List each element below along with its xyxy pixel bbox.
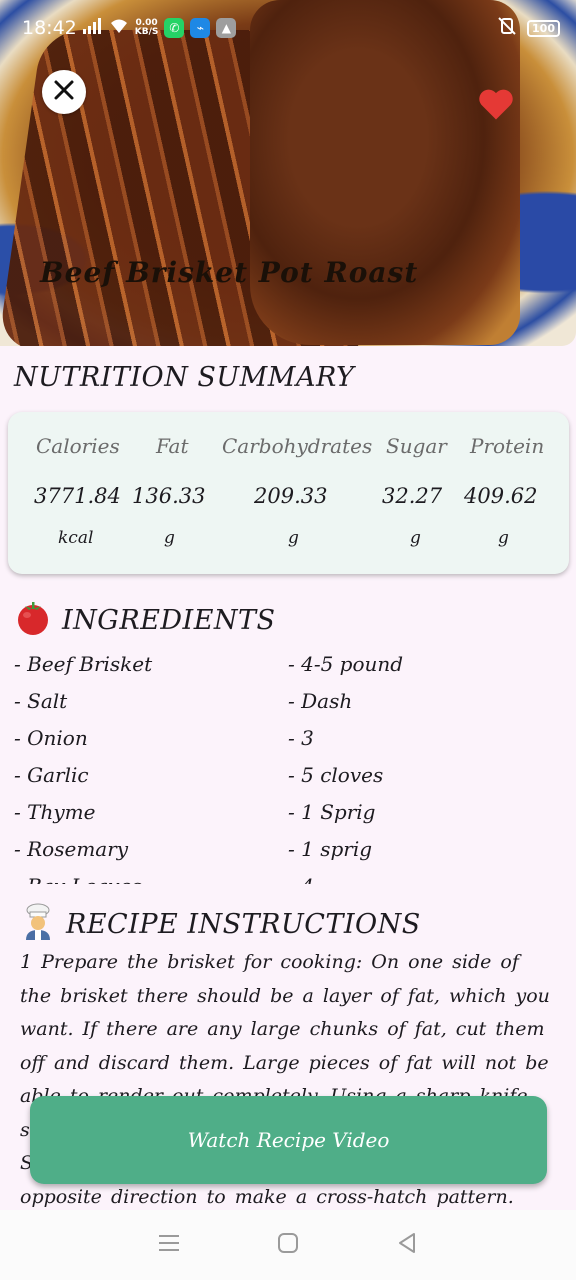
nutrition-value: 209.33: [254, 484, 328, 508]
favorite-button[interactable]: [476, 86, 516, 126]
nutrition-value: 409.62: [464, 484, 538, 508]
ingredient-row: - Bay Leaves - 4: [14, 874, 564, 884]
ingredient-row: - Beef Brisket - 4-5 pound: [14, 652, 564, 689]
nutrition-unit: g: [288, 528, 299, 548]
menu-icon: [158, 1234, 180, 1256]
nutrition-label: Carbohydrates: [222, 434, 373, 458]
ingredients-heading-text: INGREDIENTS: [62, 605, 276, 636]
ingredient-quantity: - 1 Sprig: [288, 800, 376, 824]
nutrition-heading: NUTRITION SUMMARY: [14, 362, 354, 393]
ingredients-heading: INGREDIENTS: [14, 598, 276, 643]
heart-icon: [477, 87, 515, 125]
ingredient-name: - Thyme: [14, 800, 96, 824]
nutrition-value: 32.27: [382, 484, 443, 508]
ingredient-quantity: - 4: [288, 874, 314, 884]
chef-icon: [20, 902, 56, 947]
net-speed: 0.00 KB/S: [135, 19, 159, 37]
close-button[interactable]: [42, 70, 86, 114]
ingredient-row: - Salt - Dash: [14, 689, 564, 726]
recents-button[interactable]: [149, 1225, 189, 1265]
ingredient-name: - Garlic: [14, 763, 89, 787]
ingredient-row: - Rosemary - 1 sprig: [14, 837, 564, 874]
vibrate-off-icon: [497, 17, 517, 39]
ingredient-quantity: - 3: [288, 726, 314, 750]
ingredient-name: - Beef Brisket: [14, 652, 153, 676]
square-icon: [277, 1232, 299, 1258]
signal-icon: [82, 17, 103, 39]
nutrition-unit: kcal: [58, 528, 94, 548]
watch-recipe-video-label: Watch Recipe Video: [187, 1128, 390, 1152]
nutrition-value: 3771.84: [34, 484, 121, 508]
nutrition-label: Fat: [156, 434, 189, 458]
ingredient-row: - Onion - 3: [14, 726, 564, 763]
nutrition-card: Calories 3771.84 kcal Fat 136.33 g Carbo…: [8, 412, 569, 574]
nutrition-label: Sugar: [386, 434, 447, 458]
ingredient-quantity: - 1 sprig: [288, 837, 373, 861]
watch-recipe-video-button[interactable]: Watch Recipe Video: [30, 1096, 547, 1184]
ingredient-name: - Bay Leaves: [14, 874, 142, 884]
ingredient-row: - Garlic - 5 cloves: [14, 763, 564, 800]
back-triangle-icon: [396, 1232, 418, 1258]
home-button[interactable]: [268, 1225, 308, 1265]
battery-icon: 100: [527, 19, 560, 37]
ingredient-name: - Salt: [14, 689, 68, 713]
recipe-title: Beef Brisket Pot Roast: [40, 256, 419, 289]
instructions-heading-text: RECIPE INSTRUCTIONS: [66, 909, 421, 940]
ingredient-name: - Onion: [14, 726, 88, 750]
drive-icon: ▲: [216, 18, 237, 38]
ingredients-list[interactable]: - Beef Brisket - 4-5 pound - Salt - Dash…: [14, 652, 564, 884]
nutrition-value: 136.33: [132, 484, 206, 508]
nutrition-unit: g: [410, 528, 421, 548]
wifi-icon: [109, 17, 129, 39]
ingredient-quantity: - Dash: [288, 689, 353, 713]
ingredient-quantity: - 4-5 pound: [288, 652, 404, 676]
nutrition-label: Protein: [470, 434, 545, 458]
close-icon: [52, 78, 76, 106]
net-speed-unit: KB/S: [134, 27, 159, 37]
usb-icon: ⌁: [190, 18, 211, 38]
nutrition-unit: g: [498, 528, 509, 548]
whatsapp-icon: ✆: [164, 18, 185, 38]
ingredient-name: - Rosemary: [14, 837, 129, 861]
back-button[interactable]: [387, 1225, 427, 1265]
instructions-heading: RECIPE INSTRUCTIONS: [20, 902, 421, 947]
nutrition-unit: g: [164, 528, 175, 548]
status-bar: 18:42 0.00 KB/S ✆ ⌁ ▲ 100: [0, 0, 576, 56]
status-time: 18:42: [22, 17, 77, 39]
nutrition-heading-text: NUTRITION SUMMARY: [14, 362, 355, 393]
ingredient-quantity: - 5 cloves: [288, 763, 384, 787]
system-nav-bar: [0, 1210, 576, 1280]
nutrition-label: Calories: [36, 434, 120, 458]
battery-level: 100: [532, 21, 555, 35]
ingredient-row: - Thyme - 1 Sprig: [14, 800, 564, 837]
tomato-icon: [14, 598, 52, 643]
